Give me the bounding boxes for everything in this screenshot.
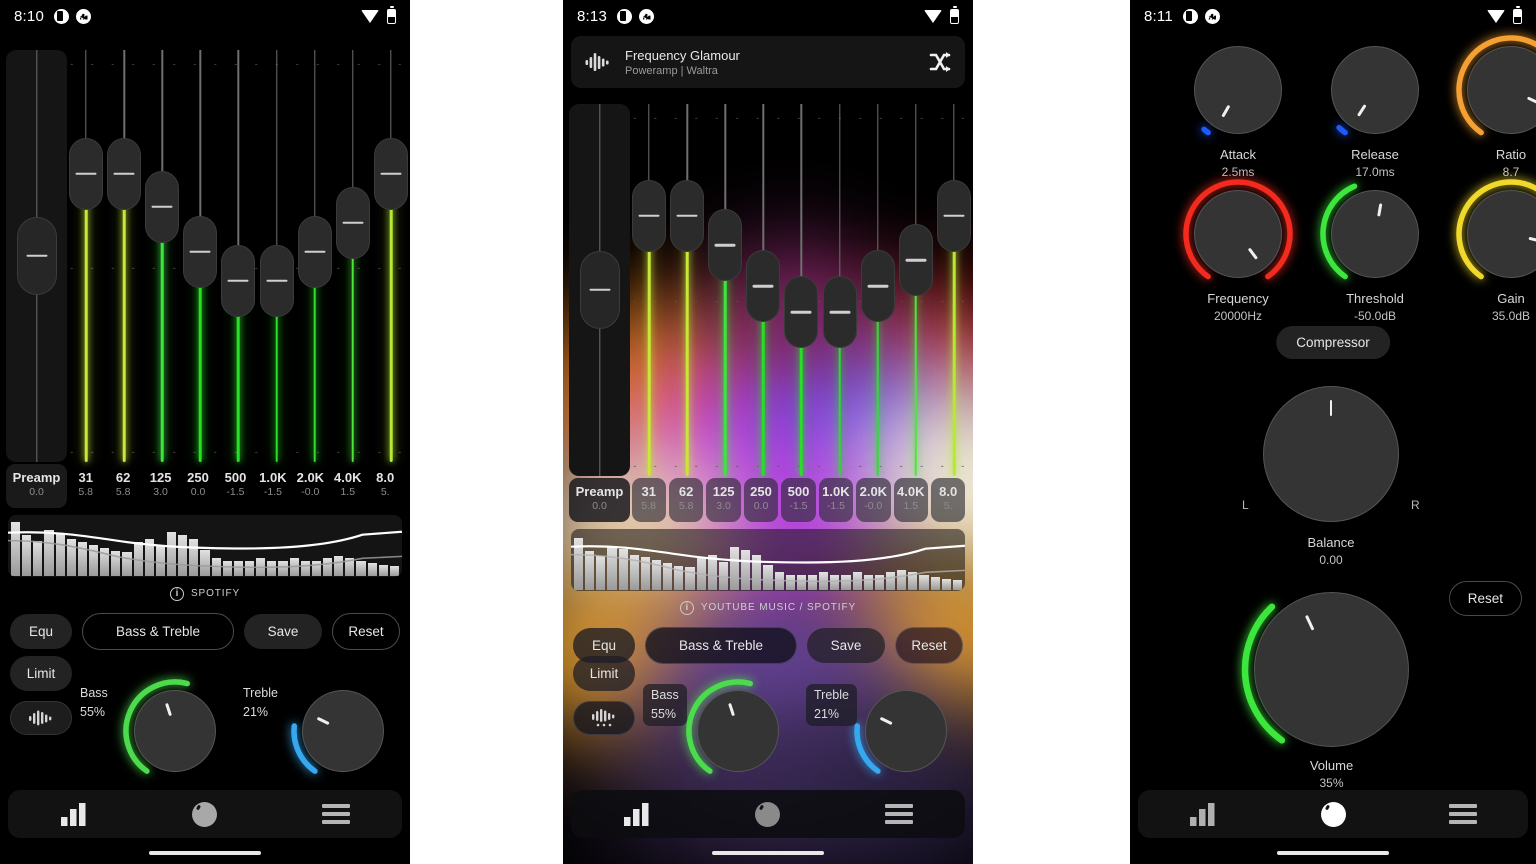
equalizer-tab[interactable] xyxy=(571,802,702,826)
status-notification-icons xyxy=(1182,8,1220,24)
knob-treble[interactable] xyxy=(854,690,947,774)
knob-value: 35% xyxy=(1319,775,1344,790)
left-button-stack: Limit xyxy=(10,656,72,735)
knob-name: Treble xyxy=(243,686,278,700)
menu-tab[interactable] xyxy=(271,804,402,824)
equalizer-bars-icon xyxy=(623,803,649,826)
knobs-tab[interactable] xyxy=(1268,801,1398,827)
knob-circle-icon xyxy=(755,801,781,827)
compressor-button[interactable]: Compressor xyxy=(1276,326,1390,359)
menu-tab[interactable] xyxy=(1398,804,1528,824)
status-bar: 8:10 xyxy=(0,0,410,32)
now-playing-text: Frequency Glamour Poweramp | Waltra xyxy=(625,48,740,77)
knobs-tab[interactable] xyxy=(702,801,833,827)
knob-dial[interactable] xyxy=(865,690,947,772)
knob-treble[interactable] xyxy=(291,690,384,774)
knob-value: 21% xyxy=(243,704,269,719)
waveform-icon xyxy=(585,53,609,71)
phone-screen-equalizer-albumart: 8:13 Frequency Glamour Poweramp | Waltra… xyxy=(563,0,973,864)
status-notification-icons xyxy=(54,8,91,24)
shuffle-icon[interactable] xyxy=(929,51,951,73)
wifi-icon xyxy=(361,9,379,23)
knobs-tab[interactable] xyxy=(139,801,270,827)
knob-value: 55% xyxy=(651,706,677,721)
knob-circle-icon xyxy=(192,801,218,827)
status-system-icons xyxy=(361,6,396,24)
track-subtitle: Poweramp | Waltra xyxy=(625,64,718,77)
now-playing-header[interactable]: Frequency Glamour Poweramp | Waltra xyxy=(571,36,965,88)
knob-name: Bass xyxy=(651,688,679,702)
limit-button[interactable]: Limit xyxy=(573,656,635,691)
bottom-navigation-bar xyxy=(571,790,965,838)
hamburger-menu-icon xyxy=(322,804,351,824)
knob-dial[interactable] xyxy=(302,690,384,772)
equalizer-tab[interactable] xyxy=(1138,802,1268,826)
gesture-home-bar[interactable] xyxy=(1277,851,1389,855)
knob-dial[interactable] xyxy=(1254,592,1409,747)
knob-bass[interactable] xyxy=(123,679,216,774)
half-circle-icon xyxy=(617,8,632,24)
knob-dial[interactable] xyxy=(134,690,216,772)
status-time: 8:13 xyxy=(577,7,607,25)
knob-value: 55% xyxy=(80,704,106,719)
left-button-stack: Limit xyxy=(573,656,635,735)
knob-label-treble: Treble 21% xyxy=(243,684,278,722)
status-system-icons xyxy=(1487,6,1522,24)
knob-label-treble: Treble 21% xyxy=(806,684,857,726)
knob-label-bass: Bass 55% xyxy=(80,684,108,722)
reset-button[interactable]: Reset xyxy=(1448,581,1522,616)
knob-label-bass: Bass 55% xyxy=(643,684,687,726)
waveform-icon xyxy=(592,709,615,727)
status-notification-icons xyxy=(617,8,654,24)
knob-circle-icon xyxy=(1320,801,1346,827)
visualizer-toggle-button[interactable] xyxy=(573,701,635,735)
knob-volume[interactable] xyxy=(1241,592,1409,747)
wifi-icon xyxy=(924,9,942,23)
bottom-navigation-bar xyxy=(1138,790,1528,838)
battery-icon xyxy=(950,6,959,24)
battery-icon xyxy=(1513,6,1522,24)
battery-icon xyxy=(387,6,396,24)
bottom-navigation-bar xyxy=(8,790,402,838)
chart-bars-icon xyxy=(639,8,654,24)
wifi-icon xyxy=(1487,9,1505,23)
chart-bars-icon xyxy=(76,8,91,24)
equalizer-tab[interactable] xyxy=(8,802,139,826)
track-title: Frequency Glamour xyxy=(625,47,740,63)
phone-screen-equalizer-dark: 8:10 -----------------------------------… xyxy=(0,0,410,864)
hamburger-menu-icon xyxy=(885,804,914,824)
hamburger-menu-icon xyxy=(1449,804,1477,824)
menu-tab[interactable] xyxy=(834,804,965,824)
half-circle-icon xyxy=(1182,8,1198,24)
gesture-home-bar[interactable] xyxy=(149,851,261,855)
knob-label-volume: Volume 35% xyxy=(1214,757,1449,791)
knob-dial[interactable] xyxy=(697,690,779,772)
status-system-icons xyxy=(924,6,959,24)
half-circle-icon xyxy=(54,8,69,24)
status-bar: 8:11 xyxy=(1130,0,1536,32)
status-time: 8:10 xyxy=(14,7,44,25)
waveform-icon xyxy=(29,710,52,726)
status-time: 8:11 xyxy=(1144,7,1173,25)
phone-screen-knobs: 8:11 Attack 2.5ms Release 17.0ms Ratio 8.7 Fre… xyxy=(1130,0,1536,864)
volume-knob-area: Volume 35% xyxy=(1130,0,1536,820)
knob-name: Volume xyxy=(1309,758,1354,773)
knob-name: Bass xyxy=(80,686,108,700)
gesture-home-bar[interactable] xyxy=(712,851,824,855)
equalizer-bars-icon xyxy=(60,803,86,826)
equalizer-bars-icon xyxy=(1190,803,1215,826)
limit-button[interactable]: Limit xyxy=(10,656,72,691)
knob-value: 21% xyxy=(814,706,840,721)
visualizer-toggle-button[interactable] xyxy=(10,701,72,735)
status-bar: 8:13 xyxy=(563,0,973,32)
knob-name: Treble xyxy=(814,688,849,702)
knob-bass[interactable] xyxy=(686,679,779,774)
chart-bars-icon xyxy=(1204,8,1220,24)
screenshot-stage: 8:10 -----------------------------------… xyxy=(0,0,1536,864)
